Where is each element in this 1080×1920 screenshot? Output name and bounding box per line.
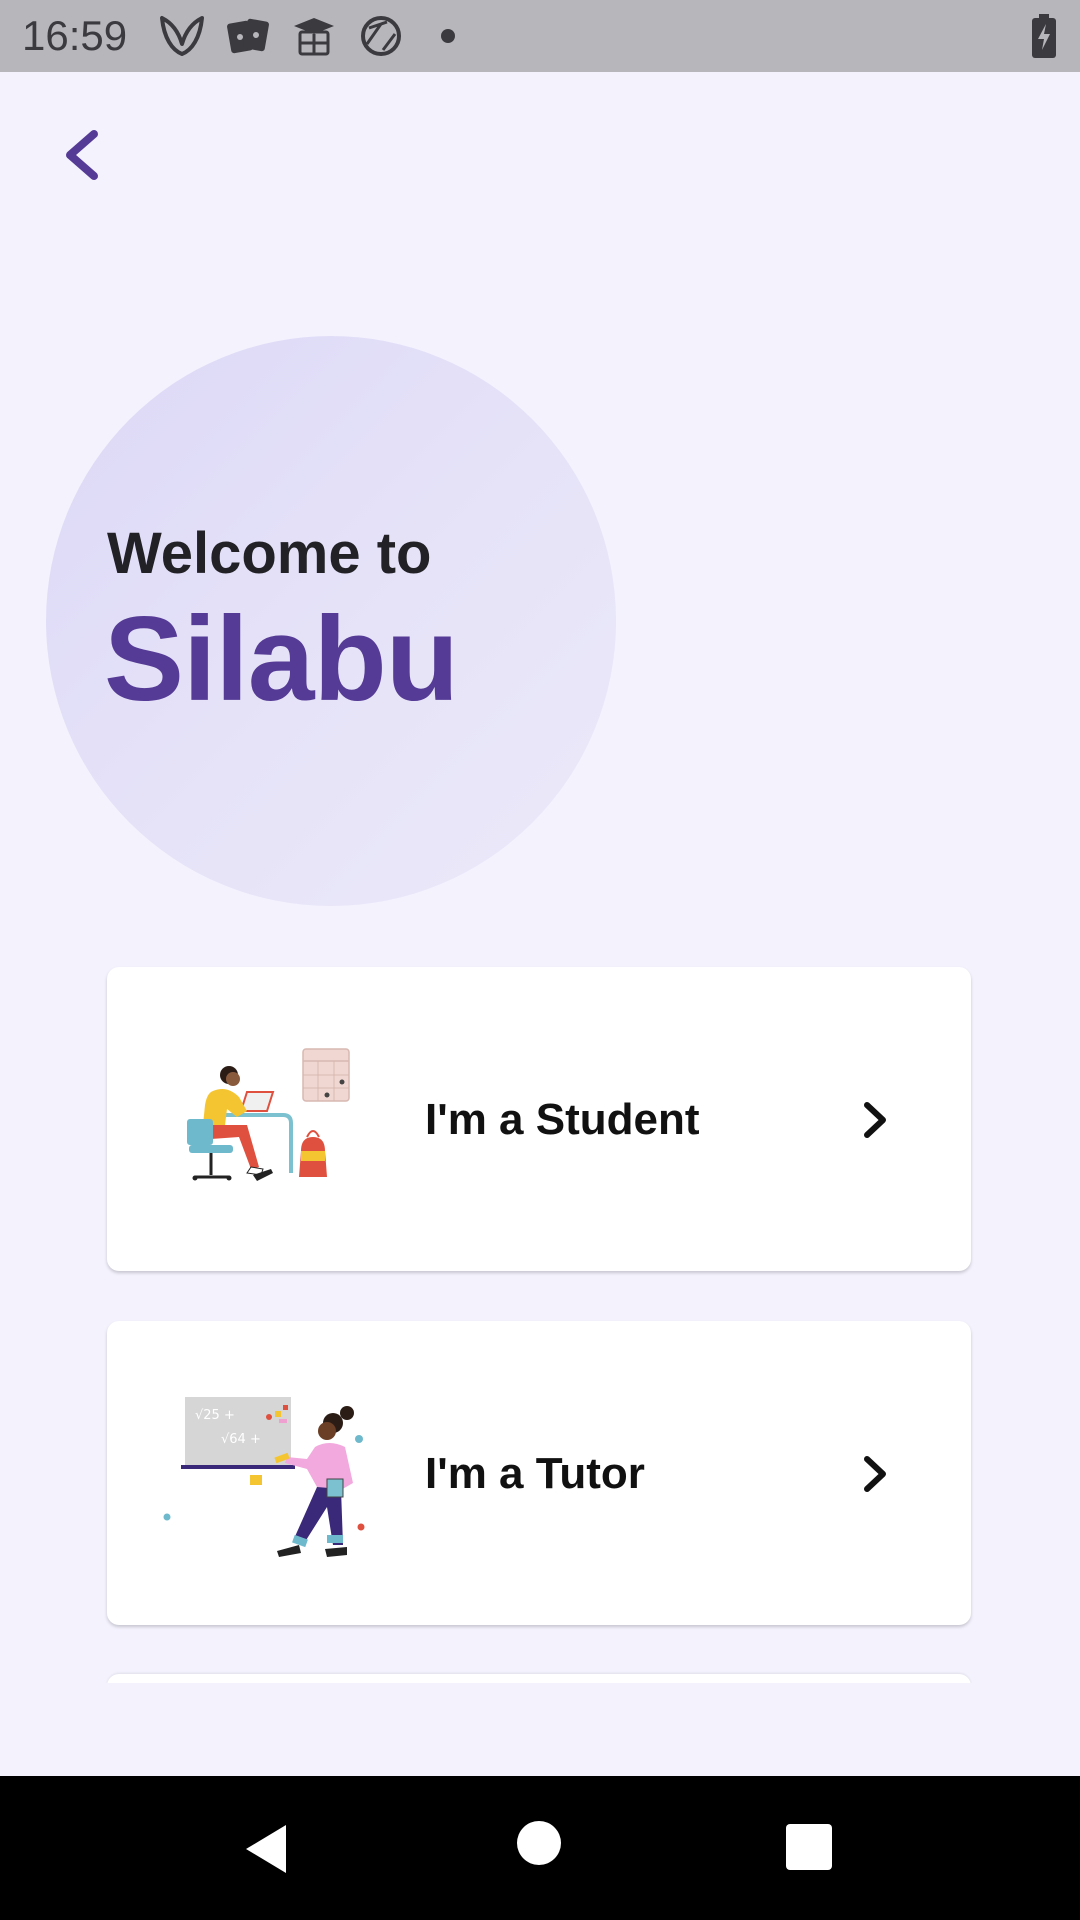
student-role-label: I'm a Student — [425, 1095, 700, 1144]
nav-recents-button[interactable] — [786, 1824, 832, 1870]
notification-dot — [441, 29, 455, 43]
chevron-left-icon — [66, 130, 98, 180]
leaf-app-icon — [158, 14, 206, 58]
svg-text:√25 +: √25 + — [195, 1408, 235, 1423]
brand-name: Silabu — [104, 592, 459, 726]
cards-app-icon — [225, 14, 273, 58]
chevron-right-icon — [855, 1093, 895, 1147]
svg-text:√64 +: √64 + — [221, 1432, 261, 1447]
system-nav-bar — [0, 1776, 1080, 1920]
list-bottom-fade — [0, 1683, 1080, 1776]
status-time: 16:59 — [22, 12, 128, 59]
tutor-role-card[interactable]: √25 + √64 + I'm a Tutor — [107, 1321, 971, 1625]
tutor-at-whiteboard-illustration: √25 + √64 + — [147, 1387, 387, 1591]
aperture-app-icon — [357, 14, 405, 58]
graduation-app-icon — [290, 14, 338, 58]
student-at-desk-illustration — [167, 1025, 377, 1225]
battery-charging-icon — [1030, 14, 1058, 58]
tutor-role-label: I'm a Tutor — [425, 1449, 645, 1498]
welcome-text: Welcome to — [107, 521, 432, 586]
chevron-right-icon — [855, 1447, 895, 1501]
status-bar: 16:59 — [0, 0, 1080, 72]
student-role-card[interactable]: I'm a Student — [107, 967, 971, 1271]
nav-home-button[interactable] — [517, 1821, 561, 1865]
nav-back-button[interactable] — [240, 1821, 296, 1877]
back-button[interactable] — [46, 114, 118, 196]
